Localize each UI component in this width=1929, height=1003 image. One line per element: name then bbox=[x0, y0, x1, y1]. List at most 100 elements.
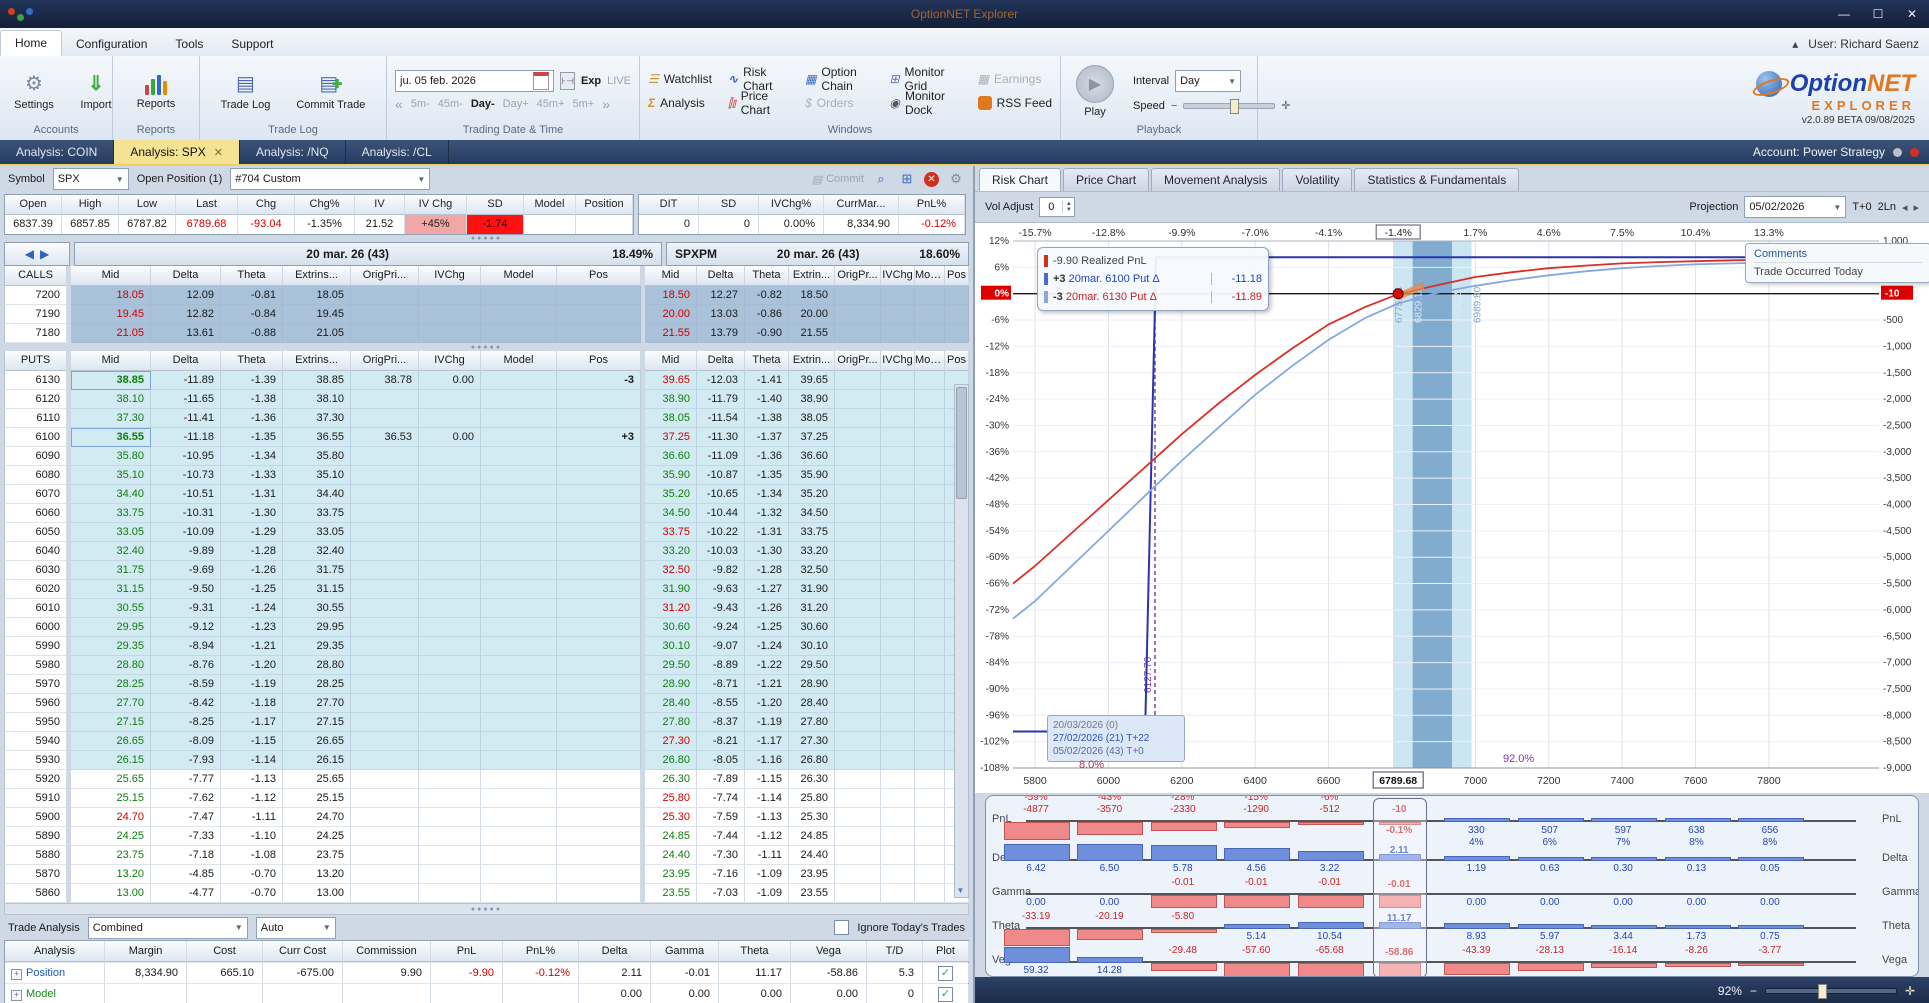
chain-cell[interactable]: 0.00 bbox=[419, 428, 481, 448]
chain-cell[interactable]: 26.30 bbox=[645, 770, 697, 790]
chain-cell[interactable] bbox=[881, 732, 915, 752]
add-chart-icon[interactable]: ⊞ bbox=[898, 170, 916, 188]
chain-cell[interactable]: 36.53 bbox=[351, 428, 419, 448]
chain-row[interactable]: 5950 27.15 -8.25 -1.17 27.15 27.80 -8.37 -1.19 2… bbox=[4, 713, 969, 733]
chain-cell[interactable]: 13.61 bbox=[151, 324, 221, 344]
chain-cell[interactable]: -7.77 bbox=[151, 770, 221, 790]
chain-cell[interactable] bbox=[945, 324, 969, 344]
chain-cell[interactable] bbox=[481, 580, 557, 600]
chain-cell[interactable]: -11.54 bbox=[697, 409, 745, 429]
chain-cell[interactable] bbox=[915, 846, 945, 866]
chain-cell[interactable]: 23.75 bbox=[283, 846, 351, 866]
play-button[interactable]: ▶ Play bbox=[1069, 63, 1121, 120]
chain-cell[interactable]: -1.41 bbox=[745, 371, 789, 391]
chain-cell[interactable]: -7.44 bbox=[697, 827, 745, 847]
chain-cell[interactable]: -1.28 bbox=[745, 561, 789, 581]
chain-cell[interactable] bbox=[419, 447, 481, 467]
chain-row[interactable]: 6120 38.10 -11.65 -1.38 38.10 38.90 -11.79 -1.4… bbox=[4, 390, 969, 410]
chain-cell[interactable]: 36.55 bbox=[71, 428, 151, 448]
chain-cell[interactable]: -8.94 bbox=[151, 637, 221, 657]
chain-cell[interactable] bbox=[351, 694, 419, 714]
chain-row[interactable]: 6070 34.40 -10.51 -1.31 34.40 35.20 -10.65 -1.3… bbox=[4, 485, 969, 505]
chain-cell[interactable] bbox=[881, 561, 915, 581]
chain-cell[interactable]: -10.09 bbox=[151, 523, 221, 543]
rss-feed-button[interactable]: RSS Feed bbox=[977, 96, 1052, 110]
chain-cell[interactable]: 39.65 bbox=[789, 371, 835, 391]
chain-cell[interactable]: -1.26 bbox=[221, 561, 283, 581]
chain-cell[interactable] bbox=[915, 713, 945, 733]
chain-cell[interactable]: 31.75 bbox=[283, 561, 351, 581]
chain-cell[interactable] bbox=[481, 694, 557, 714]
chain-cell[interactable] bbox=[481, 523, 557, 543]
chain-cell[interactable]: -8.42 bbox=[151, 694, 221, 714]
chain-row[interactable]: 5910 25.15 -7.62 -1.12 25.15 25.80 -7.74 -1.14 2… bbox=[4, 789, 969, 809]
chain-cell[interactable] bbox=[557, 305, 641, 325]
chain-cell[interactable]: 30.55 bbox=[283, 599, 351, 619]
chain-cell[interactable] bbox=[419, 789, 481, 809]
tab-statistics-fundamentals[interactable]: Statistics & Fundamentals bbox=[1354, 168, 1520, 192]
chain-cell[interactable]: 13.03 bbox=[697, 305, 745, 325]
chain-cell[interactable] bbox=[915, 770, 945, 790]
chain-row[interactable]: 6080 35.10 -10.73 -1.33 35.10 35.90 -10.87 -1.3… bbox=[4, 466, 969, 486]
chain-cell[interactable]: -10.44 bbox=[697, 504, 745, 524]
chain-cell[interactable]: -7.89 bbox=[697, 770, 745, 790]
splitter-handle[interactable]: ●●●●● bbox=[4, 343, 969, 351]
menu-support[interactable]: Support bbox=[217, 32, 287, 56]
chain-cell[interactable] bbox=[481, 305, 557, 325]
chain-cell[interactable] bbox=[419, 599, 481, 619]
chain-cell[interactable]: +3 bbox=[557, 428, 641, 448]
chain-cell[interactable] bbox=[881, 599, 915, 619]
chain-cell[interactable] bbox=[481, 504, 557, 524]
chain-cell[interactable]: -1.28 bbox=[221, 542, 283, 562]
chain-cell[interactable]: -9.43 bbox=[697, 599, 745, 619]
chain-cell[interactable] bbox=[419, 466, 481, 486]
chain-cell[interactable] bbox=[481, 808, 557, 828]
chain-cell[interactable] bbox=[881, 827, 915, 847]
chain-cell[interactable]: 33.05 bbox=[283, 523, 351, 543]
chain-cell[interactable] bbox=[419, 770, 481, 790]
chain-cell[interactable]: -1.24 bbox=[221, 599, 283, 619]
chain-cell[interactable]: 38.85 bbox=[283, 371, 351, 391]
chain-cell[interactable]: 35.90 bbox=[789, 466, 835, 486]
chain-cell[interactable]: -1.35 bbox=[221, 428, 283, 448]
chain-cell[interactable]: -1.32 bbox=[745, 504, 789, 524]
chain-cell[interactable]: 38.05 bbox=[789, 409, 835, 429]
chain-cell[interactable] bbox=[481, 286, 557, 306]
chain-cell[interactable]: -7.03 bbox=[697, 884, 745, 904]
chain-cell[interactable]: -1.25 bbox=[221, 580, 283, 600]
chain-cell[interactable]: 18.05 bbox=[283, 286, 351, 306]
chain-cell[interactable]: -9.89 bbox=[151, 542, 221, 562]
chain-cell[interactable]: 35.90 bbox=[645, 466, 697, 486]
chain-cell[interactable]: -1.19 bbox=[745, 713, 789, 733]
chain-cell[interactable] bbox=[481, 599, 557, 619]
chain-cell[interactable]: 27.15 bbox=[71, 713, 151, 733]
chain-cell[interactable] bbox=[419, 523, 481, 543]
close-button[interactable]: ✕ bbox=[1895, 7, 1929, 21]
trading-date-input[interactable]: ju. 05 feb. 2026 bbox=[395, 70, 555, 92]
chain-cell[interactable] bbox=[351, 561, 419, 581]
chain-cell[interactable] bbox=[351, 286, 419, 306]
chain-cell[interactable] bbox=[481, 447, 557, 467]
chain-cell[interactable] bbox=[915, 447, 945, 467]
chain-cell[interactable]: -1.12 bbox=[221, 789, 283, 809]
chain-cell[interactable] bbox=[419, 485, 481, 505]
chain-cell[interactable] bbox=[557, 561, 641, 581]
chain-cell[interactable]: 24.40 bbox=[789, 846, 835, 866]
chain-cell[interactable] bbox=[481, 409, 557, 429]
interval-select[interactable]: Day ▼ bbox=[1175, 70, 1242, 92]
chain-cell[interactable]: 34.40 bbox=[71, 485, 151, 505]
chain-cell[interactable] bbox=[557, 789, 641, 809]
chain-cell[interactable] bbox=[835, 618, 881, 638]
expiry-nav[interactable]: ◀ ▶ bbox=[4, 242, 70, 267]
step-day-fwd[interactable]: Day+ bbox=[503, 98, 529, 110]
chain-cell[interactable] bbox=[481, 713, 557, 733]
chain-cell[interactable]: -0.90 bbox=[745, 324, 789, 344]
chain-cell[interactable]: -0.82 bbox=[745, 286, 789, 306]
chain-cell[interactable]: -1.22 bbox=[745, 656, 789, 676]
chain-cell[interactable]: -1.37 bbox=[745, 428, 789, 448]
chain-cell[interactable] bbox=[881, 865, 915, 885]
chain-cell[interactable] bbox=[557, 770, 641, 790]
chain-cell[interactable]: 27.30 bbox=[789, 732, 835, 752]
chain-cell[interactable] bbox=[557, 504, 641, 524]
chain-cell[interactable]: -11.89 bbox=[151, 371, 221, 391]
